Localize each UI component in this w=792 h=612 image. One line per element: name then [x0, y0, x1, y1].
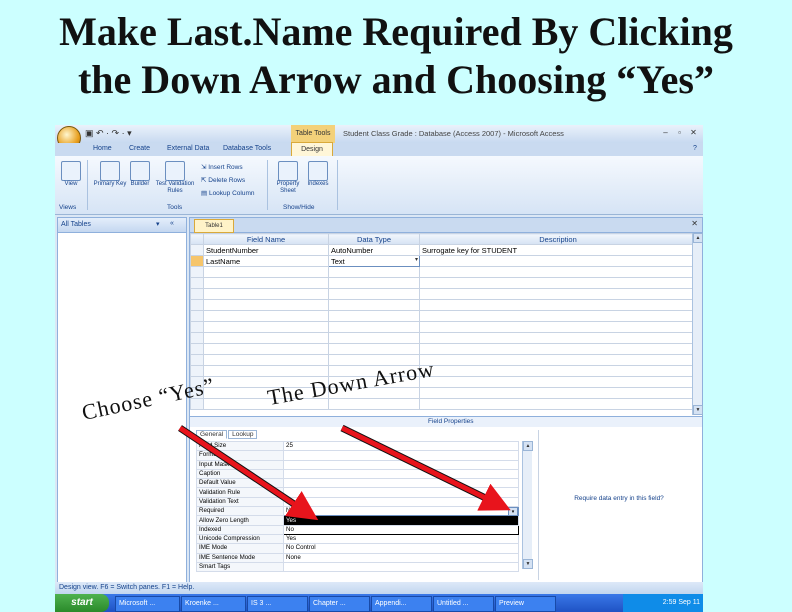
arrow-to-dropdown [340, 425, 511, 511]
annotation-arrows [178, 424, 511, 521]
arrow-to-yes [178, 425, 319, 521]
